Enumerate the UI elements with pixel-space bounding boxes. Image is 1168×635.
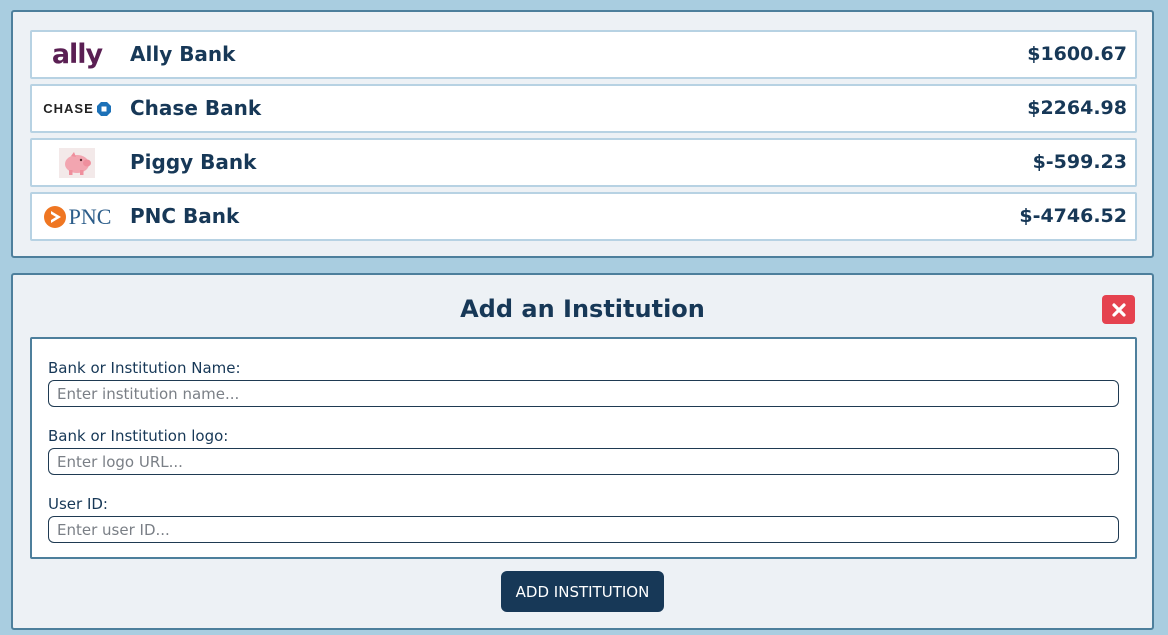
bank-balance: $2264.98	[1027, 97, 1127, 119]
account-row-pnc[interactable]: PNC PNC Bank $-4746.52	[30, 192, 1137, 241]
bank-balance: $1600.67	[1027, 43, 1127, 65]
institution-name-label: Bank or Institution Name:	[48, 359, 241, 377]
close-button[interactable]	[1102, 295, 1135, 324]
account-row-chase[interactable]: CHASE Chase Bank $2264.98	[30, 84, 1137, 133]
accounts-panel: ally Ally Bank $1600.67 CHASE Chase Bank…	[11, 10, 1154, 258]
user-id-label: User ID:	[48, 495, 108, 513]
bank-name: Ally Bank	[130, 42, 236, 66]
bank-balance: $-4746.52	[1019, 205, 1127, 227]
pnc-logo-text: PNC	[68, 203, 112, 229]
piggy-bank-icon	[59, 147, 95, 178]
chase-octagon-icon	[96, 101, 111, 116]
institution-name-input[interactable]	[48, 380, 1119, 407]
bank-name: PNC Bank	[130, 204, 240, 228]
user-id-input[interactable]	[48, 516, 1119, 543]
pnc-triangle-icon	[43, 205, 66, 228]
add-institution-button[interactable]: ADD INSTITUTION	[501, 571, 664, 612]
account-row-ally[interactable]: ally Ally Bank $1600.67	[30, 30, 1137, 79]
bank-name: Piggy Bank	[130, 150, 257, 174]
institution-logo-input[interactable]	[48, 448, 1119, 475]
bank-name: Chase Bank	[130, 96, 262, 120]
chase-logo: CHASE	[38, 91, 116, 126]
pnc-logo: PNC	[38, 199, 116, 234]
ally-logo: ally	[38, 37, 116, 72]
close-icon	[1111, 302, 1126, 317]
account-row-piggy[interactable]: Piggy Bank $-599.23	[30, 138, 1137, 187]
bank-balance: $-599.23	[1032, 151, 1127, 173]
institution-form: Bank or Institution Name: Bank or Instit…	[30, 337, 1137, 559]
ally-logo-text: ally	[51, 39, 103, 70]
piggy-bank-logo	[38, 145, 116, 180]
add-institution-panel: Add an Institution Bank or Institution N…	[11, 273, 1154, 630]
add-institution-title: Add an Institution	[460, 295, 705, 323]
institution-logo-label: Bank or Institution logo:	[48, 427, 229, 445]
chase-logo-text: CHASE	[43, 101, 94, 116]
